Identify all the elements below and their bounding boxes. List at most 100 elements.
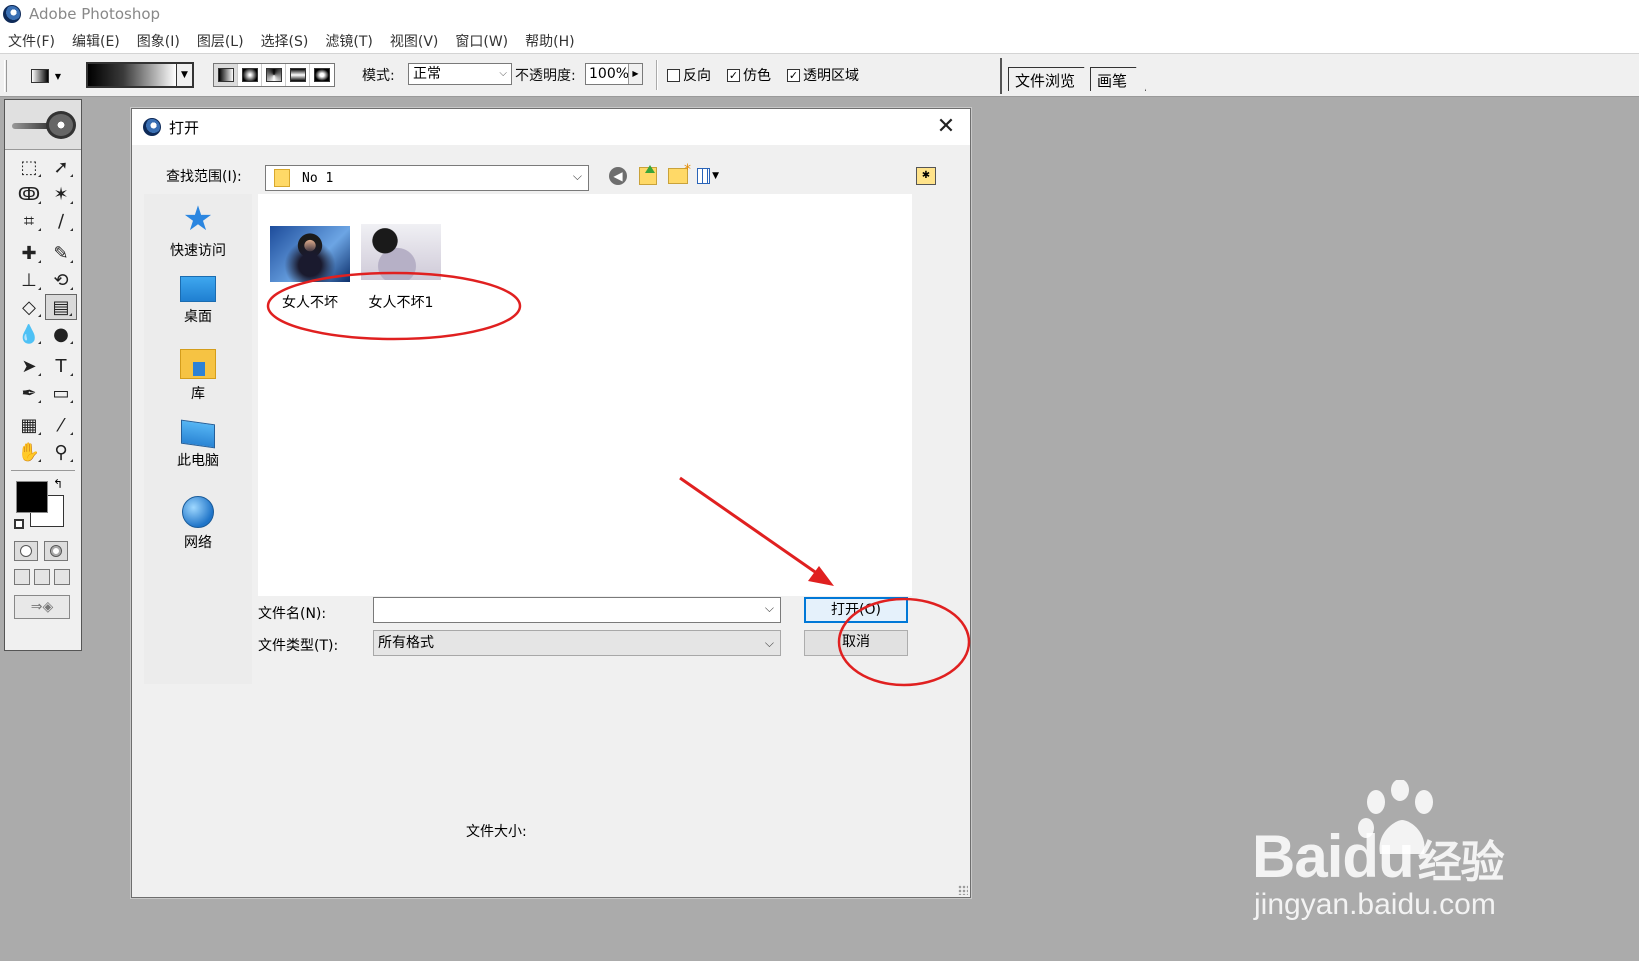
app-title: Adobe Photoshop: [29, 5, 161, 23]
mode-select[interactable]: 正常 ⌵: [408, 63, 512, 85]
eraser-tool-icon[interactable]: ◇: [13, 294, 45, 320]
standard-mode-button[interactable]: [14, 541, 38, 561]
diamond-gradient-icon: [314, 68, 330, 82]
angle-gradient-icon: [265, 68, 282, 82]
pen-tool-icon[interactable]: ✒: [13, 380, 45, 406]
chevron-down-icon: ⌵: [572, 169, 582, 183]
back-button[interactable]: ◀: [607, 165, 629, 187]
menu-layer[interactable]: 图层(L): [189, 31, 253, 51]
up-one-level-button[interactable]: [637, 165, 659, 187]
checkbox-empty-icon: [667, 68, 680, 82]
opacity-slider-arrow-icon[interactable]: ▶: [628, 64, 642, 84]
file-item[interactable]: 女人不坏: [265, 226, 355, 312]
angle-gradient-button[interactable]: [262, 64, 286, 86]
palette-well: 文件浏览 画笔: [1000, 58, 1639, 94]
swap-colors-icon[interactable]: ↰: [53, 477, 63, 491]
full-screen-menu-mode-icon[interactable]: [34, 569, 50, 585]
place-label: 库: [191, 386, 205, 402]
dialog-title-bar[interactable]: 打开 ✕: [132, 109, 970, 145]
open-button[interactable]: 打开(O): [804, 597, 908, 623]
menu-window[interactable]: 窗口(W): [447, 31, 517, 51]
reverse-checkbox[interactable]: 反向: [667, 65, 711, 85]
file-name-input[interactable]: [374, 598, 754, 622]
toolbox-header[interactable]: [5, 100, 81, 150]
close-icon[interactable]: ✕: [932, 113, 960, 141]
reverse-label: 反向: [683, 68, 711, 84]
file-type-select[interactable]: 所有格式 ⌵: [373, 630, 781, 656]
menu-help[interactable]: 帮助(H): [517, 31, 583, 51]
menu-edit[interactable]: 编辑(E): [64, 31, 129, 51]
dodge-tool-icon[interactable]: ●: [45, 321, 77, 347]
linear-gradient-button[interactable]: [214, 64, 238, 86]
foreground-color-swatch[interactable]: [16, 481, 48, 513]
photoshop-feather-eye-logo-icon: [10, 110, 76, 139]
view-menu-button[interactable]: ▼: [697, 165, 719, 187]
move-tool-icon[interactable]: ➚: [45, 154, 77, 180]
menu-filter[interactable]: 滤镜(T): [317, 31, 381, 51]
new-folder-icon: [668, 162, 691, 184]
tab-brushes[interactable]: 画笔: [1090, 67, 1146, 91]
gradient-tool-icon[interactable]: ▤: [45, 294, 77, 320]
menu-select[interactable]: 选择(S): [253, 31, 318, 51]
gradient-type-group: [213, 63, 335, 87]
path-selection-tool-icon[interactable]: ➤: [13, 353, 45, 379]
new-folder-button[interactable]: [667, 162, 691, 187]
opacity-field[interactable]: 100% ▶: [585, 63, 643, 85]
options-bar-grip[interactable]: [4, 60, 7, 92]
gradient-picker[interactable]: ▼: [86, 62, 194, 88]
type-tool-icon[interactable]: T: [45, 353, 77, 379]
desktop-icon: [180, 276, 216, 302]
default-colors-icon[interactable]: [14, 519, 24, 529]
resize-grip-icon[interactable]: [958, 885, 968, 895]
clone-stamp-tool-icon[interactable]: ⊥: [13, 267, 45, 293]
quick-mask-mode-button[interactable]: [44, 541, 68, 561]
slice-tool-icon[interactable]: ∕: [45, 208, 77, 234]
lasso-tool-icon[interactable]: ↂ: [13, 181, 45, 207]
place-network[interactable]: 网络: [144, 496, 252, 552]
radial-gradient-button[interactable]: [238, 64, 262, 86]
reflected-gradient-button[interactable]: [286, 64, 310, 86]
jump-to-imageready-button[interactable]: ⇒◈: [14, 595, 70, 619]
look-in-select[interactable]: No 1 ⌵: [265, 165, 589, 191]
hand-tool-icon[interactable]: ✋: [13, 439, 45, 465]
place-this-pc[interactable]: 此电脑: [144, 419, 252, 470]
menu-bar: 文件(F) 编辑(E) 图象(I) 图层(L) 选择(S) 滤镜(T) 视图(V…: [0, 28, 1639, 54]
place-quick-access[interactable]: ★ 快速访问: [144, 202, 252, 260]
brush-tool-icon[interactable]: ✎: [45, 240, 77, 266]
transparency-checkbox[interactable]: ✓ 透明区域: [787, 65, 859, 85]
chevron-down-icon[interactable]: ▼: [176, 64, 192, 86]
tool-preset-picker[interactable]: ▼: [24, 64, 68, 88]
tab-file-browser[interactable]: 文件浏览: [1008, 67, 1094, 91]
place-library[interactable]: 库: [144, 349, 252, 403]
rectangle-shape-tool-icon[interactable]: ▭: [45, 380, 77, 406]
watermark-brand-suffix: du: [1342, 823, 1414, 890]
places-bar: ★ 快速访问 桌面 库 此电脑 网络: [144, 194, 252, 684]
crop-tool-icon[interactable]: ⌗: [13, 208, 45, 234]
file-item[interactable]: 女人不坏1: [356, 224, 446, 312]
menu-file[interactable]: 文件(F): [0, 31, 64, 51]
this-pc-icon: [181, 419, 215, 449]
blur-tool-icon[interactable]: 💧: [13, 321, 45, 347]
transparency-label: 透明区域: [803, 68, 859, 84]
menu-image[interactable]: 图象(I): [129, 31, 189, 51]
full-screen-mode-icon[interactable]: [54, 569, 70, 585]
browse-folder-icon[interactable]: ✱: [916, 167, 936, 185]
radial-gradient-icon: [241, 68, 258, 82]
magic-wand-tool-icon[interactable]: ✶: [45, 181, 77, 207]
file-name-combo[interactable]: ⌵: [373, 597, 781, 623]
diamond-gradient-button[interactable]: [310, 64, 334, 86]
chevron-down-icon[interactable]: ⌵: [765, 601, 774, 616]
app-title-bar: Adobe Photoshop: [0, 0, 1639, 28]
menu-view[interactable]: 视图(V): [382, 31, 448, 51]
cancel-button[interactable]: 取消: [804, 630, 908, 656]
standard-screen-mode-icon[interactable]: [14, 569, 30, 585]
file-type-label: 文件类型(T):: [258, 638, 339, 654]
healing-brush-tool-icon[interactable]: ✚: [13, 240, 45, 266]
eyedropper-tool-icon[interactable]: ⁄: [45, 412, 77, 438]
notes-tool-icon[interactable]: ▦: [13, 412, 45, 438]
marquee-tool-icon[interactable]: ⬚: [13, 154, 45, 180]
dither-checkbox[interactable]: ✓ 仿色: [727, 65, 771, 85]
place-desktop[interactable]: 桌面: [144, 276, 252, 326]
zoom-tool-icon[interactable]: ⚲: [45, 439, 77, 465]
history-brush-tool-icon[interactable]: ⟲: [45, 267, 77, 293]
